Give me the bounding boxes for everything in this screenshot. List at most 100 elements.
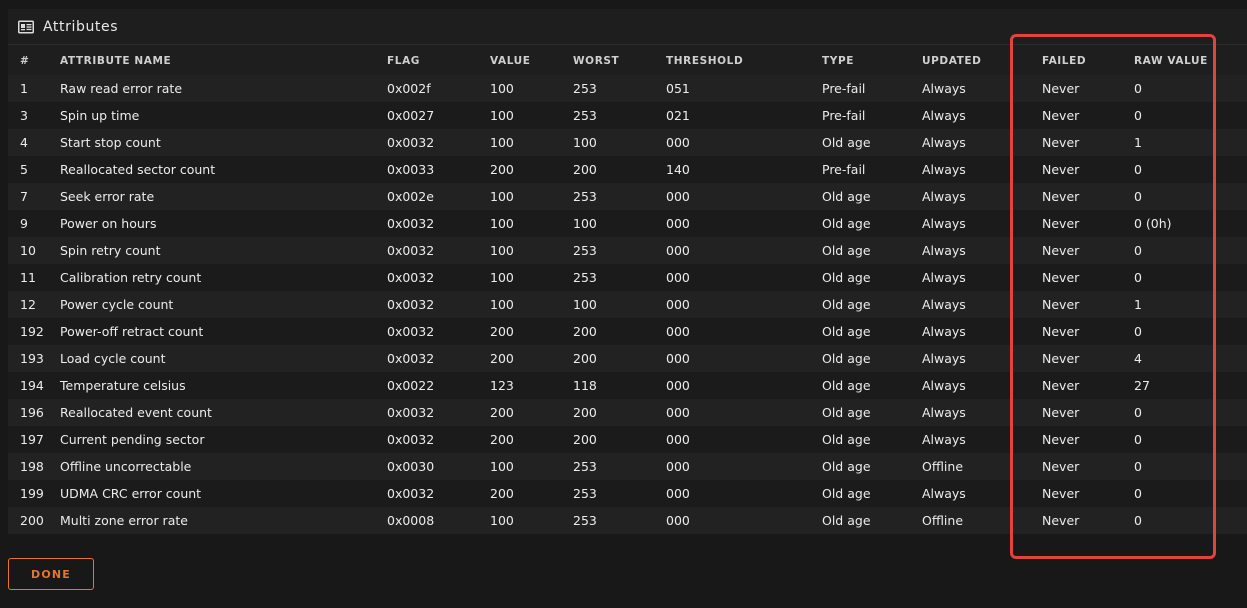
cell-failed: Never: [1042, 270, 1080, 285]
cell-failed: Never: [1042, 81, 1080, 96]
cell-threshold: 000: [666, 513, 690, 528]
cell-flag: 0x0032: [387, 486, 435, 501]
cell-value: 200: [490, 432, 514, 447]
cell-failed: Never: [1042, 108, 1080, 123]
header-type[interactable]: TYPE: [822, 47, 922, 75]
panel-title: Attributes: [43, 18, 119, 35]
cell-failed: Never: [1042, 216, 1080, 231]
cell-raw-value: 1: [1134, 297, 1142, 312]
cell-type: Old age: [822, 216, 871, 231]
cell-value: 100: [490, 243, 514, 258]
cell-raw-value: 27: [1134, 378, 1150, 393]
cell-raw-value: 0: [1134, 432, 1142, 447]
cell-threshold: 000: [666, 135, 690, 150]
cell-threshold: 000: [666, 297, 690, 312]
cell-id: 193: [20, 351, 44, 366]
cell-value: 100: [490, 270, 514, 285]
cell-flag: 0x0032: [387, 135, 435, 150]
table-row: 200 Multi zone error rate 0x0008 100 253 000 O…: [8, 507, 1247, 534]
header-updated[interactable]: UPDATED: [922, 47, 1042, 75]
table-row: 192 Power-off retract count 0x0032 200 200 00…: [8, 318, 1247, 345]
cell-updated: Always: [922, 270, 966, 285]
cell-type: Old age: [822, 243, 871, 258]
table-row: 9 Power on hours 0x0032 100 100 000 Old age Alw…: [8, 210, 1247, 237]
cell-worst: 253: [573, 486, 597, 501]
cell-updated: Always: [922, 135, 966, 150]
header-attribute-name[interactable]: ATTRIBUTE NAME: [60, 47, 387, 75]
cell-raw-value: 0: [1134, 189, 1142, 204]
cell-raw-value: 1: [1134, 135, 1142, 150]
cell-failed: Never: [1042, 324, 1080, 339]
cell-attribute-name: Power on hours: [60, 216, 157, 231]
cell-flag: 0x0022: [387, 378, 435, 393]
cell-updated: Always: [922, 189, 966, 204]
cell-worst: 200: [573, 432, 597, 447]
cell-id: 4: [20, 135, 28, 150]
header-flag[interactable]: FLAG: [387, 47, 490, 75]
cell-worst: 200: [573, 405, 597, 420]
cell-attribute-name: Reallocated event count: [60, 405, 212, 420]
attributes-table: # ATTRIBUTE NAME FLAG VALUE WORST THRESH…: [8, 47, 1247, 534]
cell-type: Pre-fail: [822, 162, 866, 177]
cell-updated: Always: [922, 324, 966, 339]
header-raw-value[interactable]: RAW VALUE: [1134, 47, 1247, 75]
cell-type: Old age: [822, 324, 871, 339]
header-worst[interactable]: WORST: [573, 47, 666, 75]
cell-flag: 0x002e: [387, 189, 434, 204]
cell-attribute-name: Reallocated sector count: [60, 162, 216, 177]
header-id[interactable]: #: [8, 47, 60, 75]
cell-type: Old age: [822, 297, 871, 312]
cell-attribute-name: Spin up time: [60, 108, 140, 123]
header-threshold[interactable]: THRESHOLD: [666, 47, 822, 75]
cell-worst: 118: [573, 378, 597, 393]
cell-threshold: 000: [666, 486, 690, 501]
cell-value: 200: [490, 351, 514, 366]
cell-updated: Offline: [922, 513, 964, 528]
table-row: 194 Temperature celsius 0x0022 123 118 000 Old…: [8, 372, 1247, 399]
cell-id: 12: [20, 297, 36, 312]
cell-raw-value: 0: [1134, 108, 1142, 123]
table-row: 198 Offline uncorrectable 0x0030 100 253 000 O…: [8, 453, 1247, 480]
cell-id: 198: [20, 459, 44, 474]
cell-updated: Always: [922, 405, 966, 420]
cell-worst: 100: [573, 216, 597, 231]
cell-id: 7: [20, 189, 28, 204]
cell-value: 100: [490, 459, 514, 474]
cell-failed: Never: [1042, 189, 1080, 204]
cell-flag: 0x002f: [387, 81, 431, 96]
cell-raw-value: 0: [1134, 81, 1142, 96]
cell-flag: 0x0032: [387, 324, 435, 339]
header-value[interactable]: VALUE: [490, 47, 573, 75]
cell-attribute-name: Power cycle count: [60, 297, 174, 312]
cell-threshold: 000: [666, 189, 690, 204]
cell-flag: 0x0033: [387, 162, 435, 177]
header-failed[interactable]: FAILED: [1042, 47, 1134, 75]
cell-failed: Never: [1042, 378, 1080, 393]
cell-updated: Always: [922, 243, 966, 258]
cell-raw-value: 0: [1134, 405, 1142, 420]
cell-id: 1: [20, 81, 28, 96]
done-button[interactable]: DONE: [8, 558, 94, 590]
cell-worst: 253: [573, 459, 597, 474]
cell-flag: 0x0032: [387, 243, 435, 258]
cell-type: Pre-fail: [822, 108, 866, 123]
cell-worst: 200: [573, 351, 597, 366]
cell-value: 100: [490, 135, 514, 150]
cell-type: Old age: [822, 351, 871, 366]
table-row: 1 Raw read error rate 0x002f 100 253 051 Pre-f…: [8, 75, 1247, 102]
table-row: 10 Spin retry count 0x0032 100 253 000 Old age…: [8, 237, 1247, 264]
table-row: 193 Load cycle count 0x0032 200 200 000 Old ag…: [8, 345, 1247, 372]
cell-worst: 200: [573, 324, 597, 339]
cell-type: Old age: [822, 405, 871, 420]
cell-worst: 253: [573, 108, 597, 123]
cell-updated: Always: [922, 351, 966, 366]
cell-attribute-name: Multi zone error rate: [60, 513, 188, 528]
cell-updated: Always: [922, 162, 966, 177]
cell-raw-value: 0: [1134, 243, 1142, 258]
cell-value: 200: [490, 405, 514, 420]
table-row: 12 Power cycle count 0x0032 100 100 000 Old ag…: [8, 291, 1247, 318]
cell-attribute-name: Temperature celsius: [60, 378, 186, 393]
table-header-row: # ATTRIBUTE NAME FLAG VALUE WORST THRESH…: [8, 47, 1247, 75]
cell-threshold: 000: [666, 378, 690, 393]
cell-failed: Never: [1042, 297, 1080, 312]
